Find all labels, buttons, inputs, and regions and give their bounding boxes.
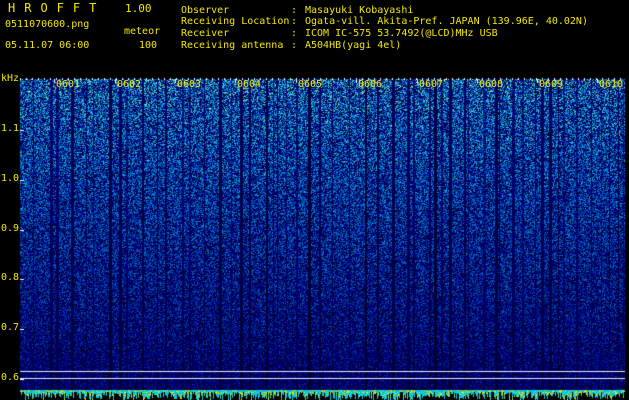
datetime-label: 05.11.07 06:00 [5,40,90,51]
y-unit-label: kHz [1,73,20,84]
y-tick-label: 0.7 [1,322,20,333]
x-tick-label: 0603 [177,79,202,90]
x-tick-label: 0605 [298,79,323,90]
observer-value: Masayuki Kobayashi [305,5,414,16]
y-tick-label: 1.0 [1,173,20,184]
app-version: 1.00 [125,2,152,15]
x-tick-label: 0608 [479,79,504,90]
antenna-key: Receiving antenna [181,40,284,51]
antenna-sep: : [291,40,298,51]
observer-sep: : [291,5,298,16]
y-tick-label: 1.1 [1,123,20,134]
x-tick-label: 0604 [237,79,262,90]
location-value: Ogata-vill. Akita-Pref. JAPAN (139.96E, … [305,16,588,27]
receiver-key: Receiver [181,28,230,39]
y-tick-label: 0.6 [1,372,20,383]
app-title: HROFFT [8,1,106,15]
x-tick-label: 0601 [56,79,81,90]
observer-key: Observer [181,5,230,16]
location-sep: : [291,16,298,27]
count-label: 100 [139,40,158,51]
receiver-sep: : [291,28,298,39]
x-tick-label: 0607 [419,79,444,90]
location-key: Receiving Location [181,16,290,27]
y-tick-label: 0.9 [1,223,20,234]
receiver-value: ICOM IC-575 53.7492(@LCD)MHz USB [305,28,498,39]
x-tick-label: 0609 [539,79,564,90]
x-tick-label: 0602 [117,79,142,90]
filename-label: 0511070600.png [5,19,90,30]
x-tick-label: 0606 [358,79,383,90]
y-tick-label: 0.8 [1,272,20,283]
x-tick-label: 0610 [599,79,624,90]
mode-label: meteor [124,26,161,37]
spectrogram-canvas [0,0,629,400]
antenna-value: A504HB(yagi 4el) [305,40,402,51]
